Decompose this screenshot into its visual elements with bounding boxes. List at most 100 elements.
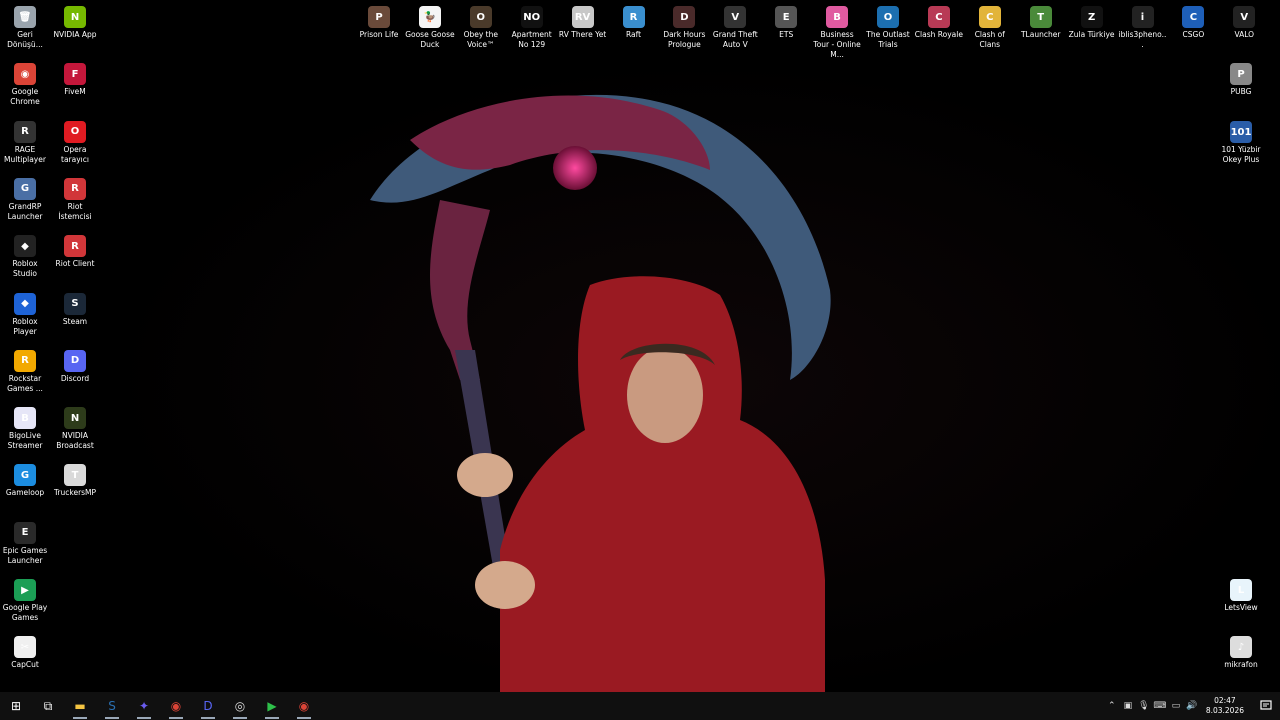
gameloop-icon: G <box>14 464 36 487</box>
desktop-shortcut[interactable]: G Gameloop <box>0 460 50 498</box>
volume-icon[interactable]: 🔊 <box>1184 701 1200 711</box>
shortcut-label: Zula Türkiye <box>1068 30 1115 39</box>
clash-of-clans-icon: C <box>978 6 1001 28</box>
shortcut-label: CSGO <box>1182 30 1205 39</box>
desktop-shortcut[interactable]: N NVIDIA App <box>50 2 100 40</box>
shortcut-label: mikrafon <box>1224 660 1258 669</box>
notification-center-icon[interactable] <box>1252 692 1280 720</box>
desktop-shortcut[interactable]: E ETS <box>761 2 811 40</box>
desktop-shortcut[interactable]: L LetsView <box>1216 575 1266 613</box>
desktop-shortcut[interactable]: i iblis3pheno... <box>1118 2 1168 50</box>
desktop-shortcut[interactable]: ✂ CapCut <box>0 632 50 670</box>
apartment-129-icon: NO <box>520 6 543 28</box>
capcut-icon: ✂ <box>14 636 36 659</box>
desktop-shortcut[interactable]: ◆ Roblox Studio <box>0 231 50 279</box>
shortcut-label: GrandRP Launcher <box>7 201 43 221</box>
desktop-shortcut[interactable]: D Discord <box>50 346 100 384</box>
chrome-taskbar-icon-2[interactable]: ◉ <box>288 692 320 720</box>
desktop-shortcut[interactable]: G GrandRP Launcher <box>0 174 50 222</box>
discord-icon: D <box>64 349 86 372</box>
desktop-shortcut[interactable]: 🦆 Goose Goose Duck <box>405 2 455 50</box>
desktop-shortcut[interactable]: V VALO <box>1219 2 1269 40</box>
grandrp-icon: G <box>14 177 36 200</box>
desktop-shortcut[interactable]: O Opera tarayıcı <box>50 117 100 165</box>
chrome-taskbar-icon[interactable]: ◉ <box>160 692 192 720</box>
goose-goose-duck-icon: 🦆 <box>418 6 441 28</box>
desktop-shortcut[interactable]: T TLauncher <box>1016 2 1066 40</box>
desktop-shortcut[interactable]: R Raft <box>609 2 659 40</box>
obs-taskbar-icon[interactable]: ◎ <box>224 692 256 720</box>
desktop-shortcut[interactable]: NO Apartment No 129 <box>507 2 557 50</box>
desktop-shortcut[interactable]: ◉ Google Chrome <box>0 59 50 107</box>
desktop-shortcut[interactable]: S Steam <box>50 289 100 327</box>
desktop-shortcut[interactable]: R Rockstar Games ... <box>0 346 50 394</box>
shortcut-label: Clash of Clans <box>974 30 1005 49</box>
desktop-shortcut[interactable]: P PUBG <box>1216 59 1266 97</box>
desktop-shortcut[interactable]: C CSGO <box>1168 2 1218 40</box>
show-hidden-icons-chevron[interactable]: ⌃ <box>1104 701 1120 711</box>
tlauncher-icon: T <box>1029 6 1052 28</box>
bigolive-icon: B <box>14 407 36 430</box>
shortcut-label: Riot İstemcisi <box>58 201 92 221</box>
microphone-icon[interactable]: 🎙 <box>1136 701 1152 711</box>
shortcut-label: Epic Games Launcher <box>2 545 48 565</box>
valorant-icon: V <box>1233 6 1256 28</box>
desktop-shortcut[interactable]: V Grand Theft Auto V <box>710 2 760 50</box>
network-icon[interactable]: ⌨ <box>1152 701 1168 711</box>
desktop-shortcut[interactable]: O The Outlast Trials <box>863 2 913 50</box>
shortcut-label: iblis3pheno... <box>1118 30 1167 49</box>
truckersmp-icon: T <box>64 464 86 487</box>
shortcut-label: VALO <box>1234 30 1255 39</box>
start-button[interactable]: ⊞ <box>0 692 32 720</box>
shortcut-label: Riot Client <box>55 259 95 269</box>
desktop-shortcut[interactable]: E Epic Games Launcher <box>0 518 50 566</box>
clock-time: 02:47 <box>1214 696 1236 705</box>
tray-app-icon[interactable]: ▣ <box>1120 701 1136 711</box>
desktop-shortcut[interactable]: B Business Tour - Online M... <box>812 2 862 60</box>
shortcut-label: Roblox Player <box>12 316 38 336</box>
desktop-shortcut[interactable]: T TruckersMP <box>50 460 100 498</box>
desktop-shortcut[interactable]: ◆ Roblox Player <box>0 289 50 337</box>
desktop-shortcut[interactable]: R RAGE Multiplayer <box>0 117 50 165</box>
clock[interactable]: 02:47 8.03.2026 <box>1206 696 1244 716</box>
rage-mp-icon: R <box>14 120 36 143</box>
desktop-shortcut[interactable]: 🗑 Geri Dönüşü... <box>0 2 50 50</box>
desktop-shortcut[interactable]: R Riot Client <box>50 231 100 269</box>
riot-client-icon: R <box>64 235 86 258</box>
copilot-icon[interactable]: ✦ <box>128 692 160 720</box>
copilot-icon-glyph: ✦ <box>138 699 150 713</box>
shortcut-label: Discord <box>60 373 90 383</box>
desktop-shortcut[interactable]: RV RV There Yet <box>558 2 608 40</box>
okey-plus-icon: 101 <box>1230 121 1252 143</box>
play-taskbar-icon[interactable]: ▶ <box>256 692 288 720</box>
obs-taskbar-icon-glyph: ◎ <box>234 699 246 713</box>
battery-icon[interactable]: ▭ <box>1168 701 1184 711</box>
desktop-shortcut[interactable]: O Obey the Voice™ <box>456 2 506 50</box>
desktop-shortcut[interactable]: N NVIDIA Broadcast <box>50 403 100 451</box>
start-button-glyph: ⊞ <box>10 699 22 713</box>
desktop-shortcut[interactable]: R Riot İstemcisi <box>50 174 100 222</box>
discord-taskbar-icon[interactable]: D <box>192 692 224 720</box>
gta-v-icon: V <box>724 6 747 28</box>
desktop-shortcut[interactable]: F FiveM <box>50 59 100 97</box>
desktop-shortcut[interactable]: C Clash Royale <box>914 2 964 40</box>
roblox-player-icon: ◆ <box>14 292 36 315</box>
desktop-shortcut[interactable]: P Prison Life <box>354 2 404 40</box>
desktop-shortcut[interactable]: 101 101 Yüzbir Okey Plus <box>1216 117 1266 165</box>
steam-taskbar-icon[interactable]: S <box>96 692 128 720</box>
task-view-button[interactable]: ⧉ <box>32 692 64 720</box>
file-explorer-icon[interactable]: ▬ <box>64 692 96 720</box>
desktop-shortcut[interactable]: ▶ Google Play Games <box>0 575 50 623</box>
steam-taskbar-icon-glyph: S <box>108 699 116 713</box>
desktop-shortcut[interactable]: C Clash of Clans <box>965 2 1015 50</box>
desktop-shortcut[interactable]: Z Zula Türkiye <box>1067 2 1117 40</box>
shortcut-label: NVIDIA App <box>53 30 97 39</box>
chrome-taskbar-icon-2-glyph: ◉ <box>298 699 310 713</box>
raft-icon: R <box>622 6 645 28</box>
pubg-icon: P <box>1230 63 1252 85</box>
desktop-shortcut[interactable]: ♪ mikrafon <box>1216 632 1266 670</box>
desktop-shortcut[interactable]: B BigoLive Streamer <box>0 403 50 451</box>
desktop-shortcut[interactable]: D Dark Hours Prologue <box>659 2 709 50</box>
play-taskbar-icon-glyph: ▶ <box>267 699 277 713</box>
shortcut-label: Opera tarayıcı <box>61 144 89 164</box>
